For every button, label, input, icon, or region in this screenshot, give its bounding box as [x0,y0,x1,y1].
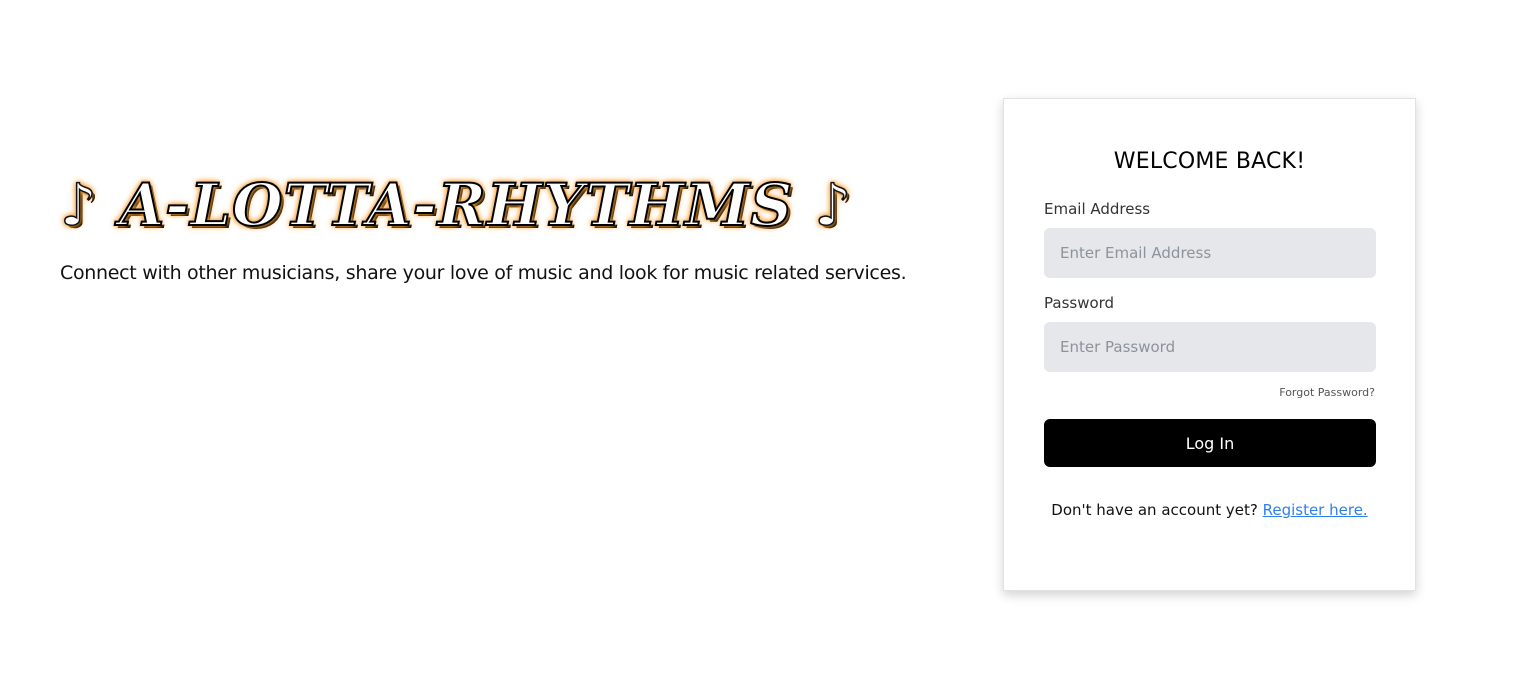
site-logo: ♪ A-LOTTA-RHYTHMS ♪ [59,160,940,250]
brand-section: ♪ A-LOTTA-RHYTHMS ♪ Connect with other m… [59,160,940,284]
password-label: Password [1044,294,1115,312]
tagline: Connect with other musicians, share your… [60,262,907,284]
logo-text: A-LOTTA-RHYTHMS [118,170,794,240]
music-note-icon: ♪ [814,170,853,240]
music-note-icon: ♪ [59,170,99,240]
email-field[interactable] [1044,228,1376,278]
register-prompt: Don't have an account yet? [1051,501,1258,519]
register-link[interactable]: Register here. [1263,501,1368,519]
password-field[interactable] [1044,322,1376,372]
login-button[interactable]: Log In [1044,419,1376,467]
login-title: WELCOME BACK! [1113,149,1306,174]
forgot-password-link[interactable]: Forgot Password? [1044,386,1375,399]
email-label: Email Address [1044,200,1151,218]
register-row: Don't have an account yet? Register here… [1044,501,1375,519]
login-card: WELCOME BACK! Email Address Password For… [1003,98,1416,591]
login-page: ♪ A-LOTTA-RHYTHMS ♪ Connect with other m… [0,0,1516,690]
